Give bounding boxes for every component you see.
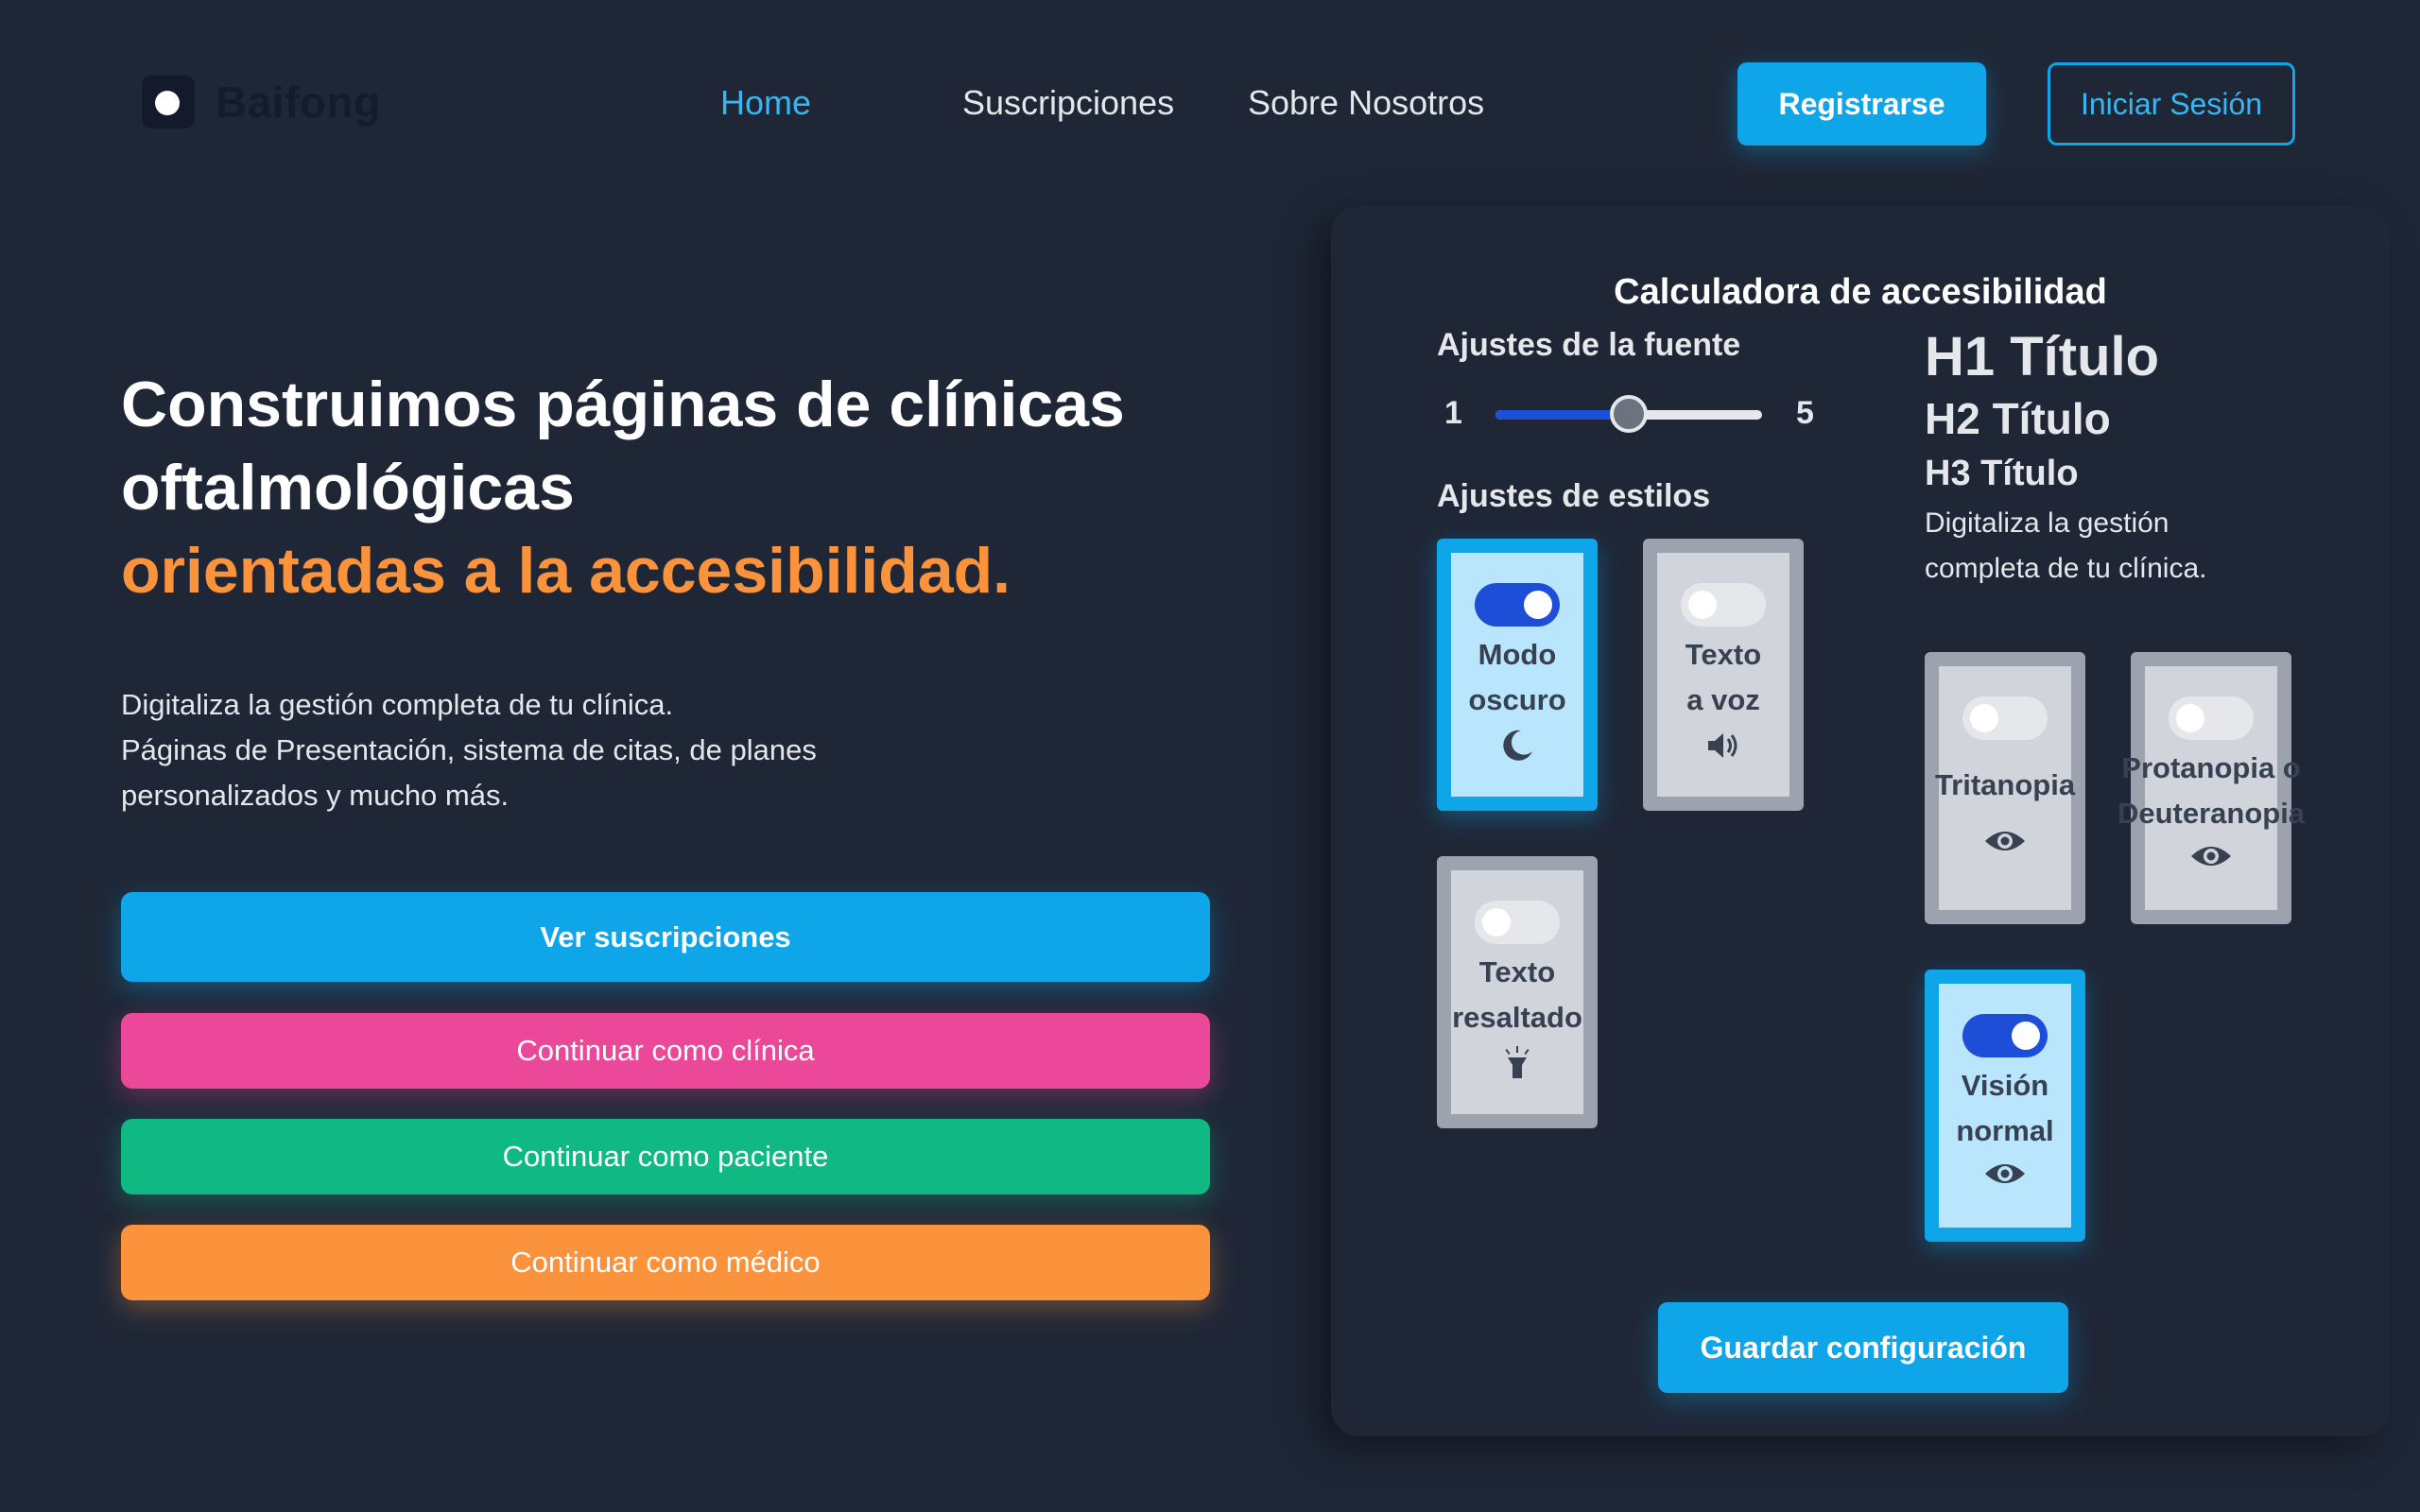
logo[interactable]: Baifong — [142, 76, 381, 129]
toggle-label: Protanopia o Deuteranopia — [2118, 746, 2305, 836]
slider-thumb[interactable] — [1610, 395, 1648, 433]
toggle-label-line-1: Texto — [1478, 955, 1556, 988]
toggle-label-line-2: normal — [1956, 1114, 2054, 1147]
font-size-slider[interactable]: 1 5 — [1437, 391, 1834, 438]
toggle-dark-mode-body: Modo oscuro — [1451, 553, 1583, 797]
register-button[interactable]: Registrarse — [1737, 62, 1986, 146]
toggle-label-line-1: Visión — [1961, 1069, 2049, 1102]
nav-about[interactable]: Sobre Nosotros — [1248, 83, 1484, 123]
toggle-label-line-1: Tritanopia — [1934, 768, 2076, 801]
toggle-label-line-2: resaltado — [1452, 1001, 1582, 1034]
flashlight-icon — [1498, 1044, 1536, 1082]
continue-as-clinic-button[interactable]: Continuar como clínica — [121, 1013, 1210, 1089]
hero-description-line-1: Digitaliza la gestión completa de tu clí… — [121, 688, 674, 721]
protanopia-switch[interactable] — [2169, 696, 2254, 740]
toggle-normal-vision[interactable]: Visión normal — [1925, 970, 2085, 1242]
toggle-label-line-1: Texto — [1685, 638, 1762, 671]
toggle-label-line-2: Deuteranopia — [2117, 797, 2306, 830]
font-settings-title: Ajustes de la fuente — [1437, 327, 1741, 363]
toggle-normal-vision-body: Visión normal — [1939, 984, 2071, 1228]
save-configuration-button[interactable]: Guardar configuración — [1658, 1302, 2068, 1393]
slider-min-label: 1 — [1444, 395, 1462, 431]
eye-icon — [1983, 1158, 2027, 1190]
hero-title-accent: orientadas a la accesibilidad. — [121, 535, 1011, 607]
slider-max-label: 5 — [1796, 395, 1814, 431]
toggle-label-line-2: a voz — [1686, 683, 1760, 716]
hero-description: Digitaliza la gestión completa de tu clí… — [121, 682, 972, 818]
nav-home[interactable]: Home — [720, 83, 811, 123]
preview-paragraph: Digitaliza la gestión completa de tu clí… — [1925, 507, 2207, 584]
eye-icon — [1983, 825, 2027, 857]
toggle-label-line-2: oscuro — [1468, 683, 1566, 716]
toggle-label: Modo oscuro — [1468, 632, 1565, 723]
toggle-label-line-1: Modo — [1478, 638, 1557, 671]
dark-mode-switch[interactable] — [1475, 583, 1560, 627]
login-button[interactable]: Iniciar Sesión — [2048, 62, 2295, 146]
toggle-label: Texto resaltado — [1452, 950, 1582, 1040]
preview-h3: H3 Título — [1925, 454, 2079, 493]
slider-track[interactable] — [1495, 395, 1762, 433]
hero-description-line-2: Páginas de Presentación, sistema de cita… — [121, 733, 817, 812]
toggle-highlight-text-body: Texto resaltado — [1451, 870, 1583, 1114]
logo-text: Baifong — [216, 77, 381, 127]
hero-title-main: Construimos páginas de clínicas oftalmol… — [121, 369, 1125, 524]
toggle-label: Visión normal — [1956, 1063, 2053, 1154]
text-to-speech-switch[interactable] — [1681, 583, 1766, 627]
moon-icon — [1498, 727, 1536, 765]
accessibility-calculator-panel: Calculadora de accesibilidad Ajustes de … — [1331, 206, 2390, 1436]
toggle-protanopia-body: Protanopia o Deuteranopia — [2118, 666, 2305, 910]
toggle-label: Tritanopia — [1935, 763, 2075, 808]
speaker-icon — [1704, 727, 1742, 765]
toggle-label: Texto a voz — [1685, 632, 1761, 723]
highlight-text-switch[interactable] — [1475, 901, 1560, 944]
normal-vision-switch[interactable] — [1962, 1014, 2048, 1057]
continue-as-doctor-button[interactable]: Continuar como médico — [121, 1225, 1210, 1300]
toggle-tritanopia-body: Tritanopia — [1935, 666, 2075, 910]
style-settings-title: Ajustes de estilos — [1437, 478, 1711, 514]
preview-h2: H2 Título — [1925, 394, 2111, 443]
toggle-text-to-speech[interactable]: Texto a voz — [1643, 539, 1804, 811]
toggle-text-to-speech-body: Texto a voz — [1657, 553, 1789, 797]
logo-icon — [142, 76, 195, 129]
continue-as-patient-button[interactable]: Continuar como paciente — [121, 1119, 1210, 1194]
toggle-label-line-1: Protanopia o — [2121, 751, 2301, 784]
tritanopia-switch[interactable] — [1962, 696, 2048, 740]
slider-fill — [1495, 410, 1629, 420]
toggle-tritanopia[interactable]: Tritanopia — [1925, 652, 2085, 924]
panel-title: Calculadora de accesibilidad — [1614, 272, 2107, 312]
toggle-protanopia-deuteranopia[interactable]: Protanopia o Deuteranopia — [2118, 652, 2305, 924]
nav-subscriptions[interactable]: Suscripciones — [962, 83, 1174, 123]
view-subscriptions-button[interactable]: Ver suscripciones — [121, 892, 1210, 982]
eye-icon — [2189, 840, 2233, 872]
toggle-highlight-text[interactable]: Texto resaltado — [1437, 856, 1598, 1128]
hero-title: Construimos páginas de clínicas oftalmol… — [121, 363, 1236, 612]
toggle-dark-mode[interactable]: Modo oscuro — [1437, 539, 1598, 811]
preview-h1: H1 Título — [1925, 326, 2160, 387]
